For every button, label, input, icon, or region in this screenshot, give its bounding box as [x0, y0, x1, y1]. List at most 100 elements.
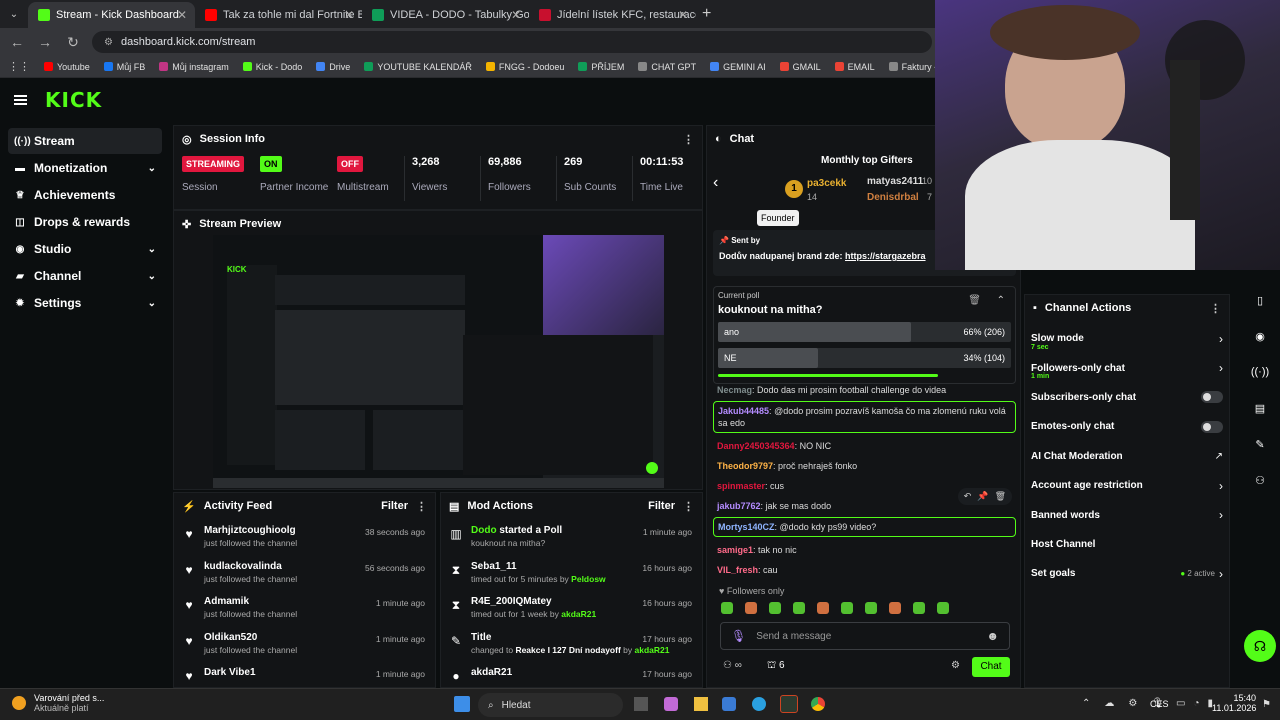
chevron-right-icon[interactable]: › — [1219, 479, 1223, 493]
channel-action-set-goals[interactable]: Set goals ● 2 active › — [1025, 559, 1229, 588]
back-icon[interactable]: ← — [8, 34, 26, 50]
chat-input[interactable]: 🎙 Send a message ☻ — [720, 622, 1010, 650]
close-icon[interactable]: ✕ — [511, 8, 521, 22]
tab-list-icon[interactable]: ⌄ — [0, 9, 28, 20]
edge-icon[interactable] — [752, 697, 766, 711]
chevron-down-icon[interactable]: ⌄ — [148, 244, 156, 255]
channel-action-followers-only-chat[interactable]: Followers-only chat 1 min › — [1025, 353, 1229, 382]
sidebar-item-stream[interactable]: ((·)) Stream — [8, 128, 162, 154]
bookmark-item[interactable]: GMAIL — [779, 62, 821, 72]
taskbar-search[interactable]: ⌕ Hledat — [478, 693, 623, 717]
menu-icon[interactable] — [14, 95, 27, 105]
chevron-right-icon[interactable]: › — [1219, 508, 1223, 522]
chrome-icon[interactable] — [811, 697, 825, 711]
chat-bubble-icon[interactable]: ◉ — [1248, 324, 1272, 348]
close-icon[interactable]: ✕ — [177, 8, 187, 22]
emote-icon[interactable] — [793, 602, 805, 614]
gifter-name[interactable]: Denisdrbal — [867, 192, 919, 203]
browser-tab[interactable]: Tak za tohle mi dal Fortnite BA ✕ — [195, 2, 362, 28]
mod-actor[interactable]: akdaR21 — [471, 667, 512, 678]
mod-by[interactable]: akdaR21 — [634, 645, 669, 655]
emoji-icon[interactable]: ☻ — [986, 629, 999, 643]
bookmark-item[interactable]: GEMINI AI — [710, 62, 766, 72]
users-icon[interactable]: ⚇ ∞ — [723, 660, 742, 671]
emote-icon[interactable] — [913, 602, 925, 614]
chevron-down-icon[interactable]: ⌄ — [148, 163, 156, 174]
gift-count[interactable]: ⛫ 6 — [767, 660, 785, 673]
forward-icon[interactable]: → — [36, 34, 54, 50]
reload-icon[interactable]: ↻ — [64, 34, 82, 51]
chevron-left-icon[interactable]: ‹ — [713, 174, 718, 192]
site-info-icon[interactable]: ⚙ — [104, 37, 113, 48]
channel-action-slow-mode[interactable]: Slow mode 7 sec › — [1025, 324, 1229, 353]
more-icon[interactable]: ⋮ — [683, 500, 694, 513]
chat-message[interactable]: samige1: tak no nic — [713, 541, 1016, 559]
explorer-icon[interactable] — [694, 697, 708, 711]
chat-username[interactable]: Necmag — [717, 385, 752, 395]
chat-message[interactable]: Jakub44485: @dodo prosim pozravíš kamoša… — [713, 401, 1016, 433]
toggle-switch[interactable] — [1201, 420, 1223, 433]
emote-icon[interactable] — [841, 602, 853, 614]
settings-icon[interactable]: ⚙ — [951, 660, 960, 671]
mod-action-item[interactable]: ⧗ Seba1_11 timed out for 5 minutes by Peld… — [441, 555, 702, 591]
chevron-right-icon[interactable]: › — [1219, 567, 1223, 581]
activity-item[interactable]: ♥ Oldikan520 just followed the channel 1 mi… — [174, 626, 435, 662]
emote-icon[interactable] — [817, 602, 829, 614]
more-icon[interactable]: ⋮ — [1210, 302, 1221, 315]
more-icon[interactable]: ⋮ — [416, 500, 427, 513]
pinned-link[interactable]: https://stargazebra — [845, 251, 926, 261]
chat-message[interactable]: Theodor9797: proč nehraješ fonko — [713, 457, 1016, 475]
bookmark-item[interactable]: Drive — [316, 62, 350, 72]
layers-icon[interactable]: ▤ — [1248, 396, 1272, 420]
activity-item[interactable]: ♥ Admamik just followed the channel 1 minut… — [174, 590, 435, 626]
mod-actor[interactable]: R4E_200IQMatey — [471, 596, 552, 607]
tools-icon[interactable]: ✎ — [1248, 432, 1272, 456]
poll-option[interactable]: NE 34% (104) — [718, 348, 1011, 368]
toggle-switch[interactable] — [1201, 391, 1223, 404]
emote-icon[interactable] — [865, 602, 877, 614]
sidebar-item-channel[interactable]: ▰ Channel ⌄ — [8, 263, 162, 289]
chat-username[interactable]: Jakub44485 — [718, 406, 769, 416]
mod-actor[interactable]: Dodo — [471, 525, 497, 536]
activity-user[interactable]: Oldikan520 — [204, 632, 297, 643]
activity-item[interactable]: ♥ Marhjiztcoughioolg just followed the cha… — [174, 519, 435, 555]
users-icon[interactable]: ⚇ — [1248, 468, 1272, 492]
bookmark-item[interactable]: Faktury - Vytváření — [888, 62, 935, 72]
trash-icon[interactable]: 🗑 — [968, 295, 981, 306]
stream-video[interactable]: KICK — [213, 235, 664, 488]
bookmark-item[interactable]: CHAT GPT — [638, 62, 696, 72]
bookmark-item[interactable]: Můj instagram — [159, 62, 229, 72]
chat-username[interactable]: spinmaster — [717, 481, 765, 491]
more-icon[interactable]: ⋮ — [683, 133, 694, 146]
mic-icon[interactable]: 🎙 — [731, 629, 746, 643]
channel-action-subscribers-only-chat[interactable]: Subscribers-only chat — [1025, 383, 1229, 412]
notification-icon[interactable]: ⚑ — [1262, 699, 1271, 710]
activity-filter-button[interactable]: Filter — [381, 500, 408, 512]
activity-user[interactable]: Admamik — [204, 596, 297, 607]
url-field[interactable]: ⚙ dashboard.kick.com/stream — [92, 31, 932, 53]
bookmark-item[interactable]: Youtube — [44, 62, 90, 72]
bookmark-item[interactable]: YOUTUBE KALENDÁŘ — [364, 62, 472, 72]
mod-by[interactable]: akdaR21 — [561, 609, 596, 619]
sidebar-item-settings[interactable]: ✹ Settings ⌄ — [8, 290, 162, 316]
pin-icon[interactable]: 📌 — [977, 491, 988, 502]
activity-item[interactable]: ♥ kudlackovalinda just followed the channe… — [174, 555, 435, 591]
close-icon[interactable]: ✕ — [344, 8, 354, 22]
chat-message[interactable]: VIL_fresh: cau — [713, 561, 1016, 579]
system-icons[interactable]: ▭ ◔ ▮ — [1176, 698, 1213, 709]
chevron-up-icon[interactable]: ⌃ — [997, 295, 1005, 306]
emote-icon[interactable] — [721, 602, 733, 614]
emote-icon[interactable] — [937, 602, 949, 614]
mod-action-item[interactable]: ⧗ R4E_200IQMatey timed out for 1 week by a… — [441, 590, 702, 626]
chevron-right-icon[interactable]: › — [1219, 332, 1223, 346]
bookmark-item[interactable]: FNGG - Dodoeu — [485, 62, 564, 72]
close-icon[interactable]: ✕ — [678, 8, 688, 22]
mod-filter-button[interactable]: Filter — [648, 500, 675, 512]
channel-action-banned-words[interactable]: Banned words › — [1025, 500, 1229, 529]
chat-username[interactable]: Theodor9797 — [717, 461, 773, 471]
sidebar-item-studio[interactable]: ◉ Studio ⌄ — [8, 236, 162, 262]
mail-icon[interactable] — [722, 697, 736, 711]
chat-username[interactable]: samige1 — [717, 545, 753, 555]
mod-action-item[interactable]: ▥ Dodo started a Poll kouknout na mitha? 1 … — [441, 519, 702, 555]
app-icon[interactable] — [780, 695, 798, 713]
